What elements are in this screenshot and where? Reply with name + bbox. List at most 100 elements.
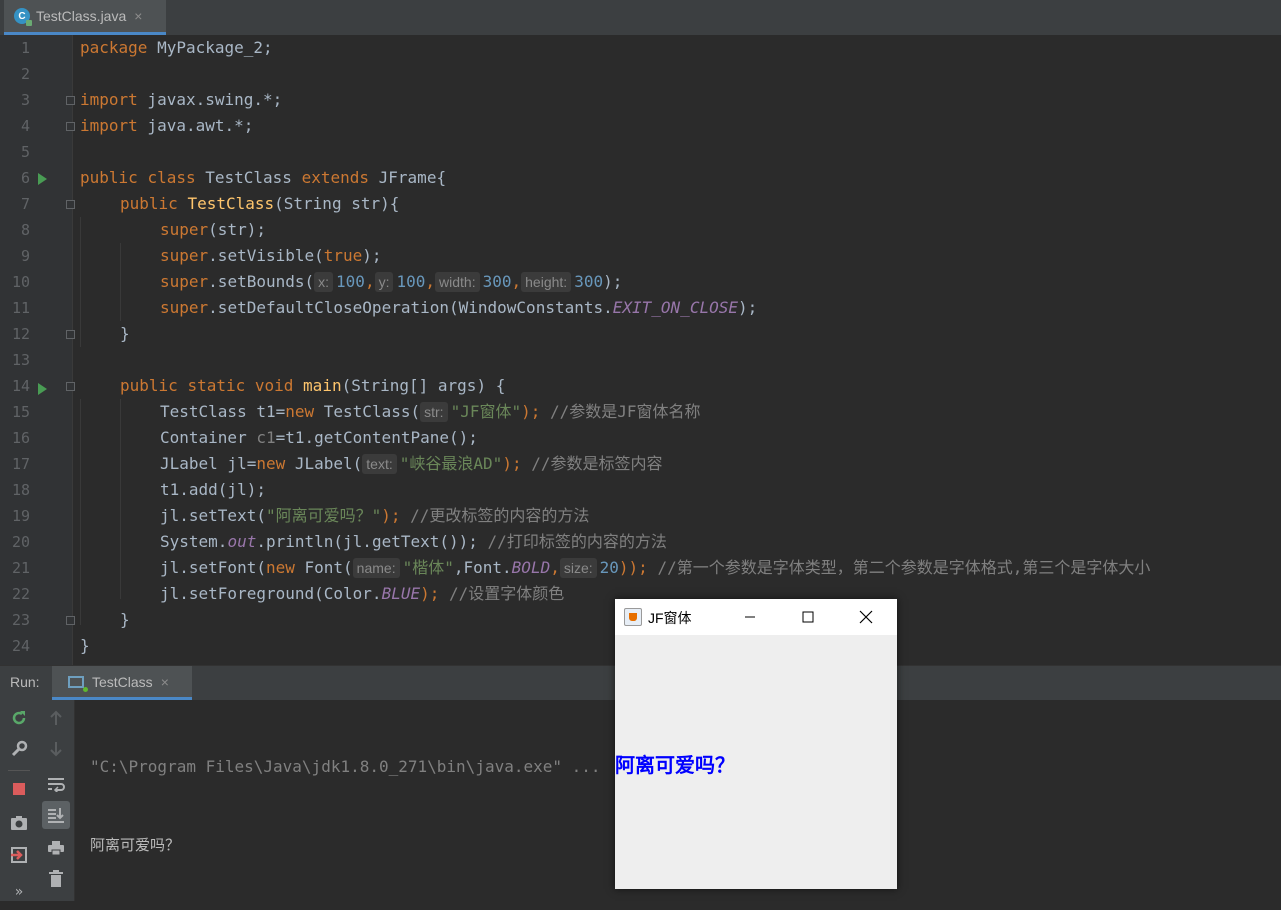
arrow-up-icon[interactable] bbox=[44, 706, 68, 730]
code-line-4: import java.awt.*; bbox=[80, 116, 254, 135]
console-output[interactable]: "C:\Program Files\Java\jdk1.8.0_271\bin\… bbox=[90, 702, 601, 910]
code-line-20: System.out.println(jl.getText()); //打印标签… bbox=[160, 532, 667, 551]
line-number: 22 bbox=[11, 585, 30, 603]
code-line-17: JLabel jl=new JLabel(text: "峡谷最浪AD"); //参… bbox=[160, 454, 663, 474]
run-label: Run: bbox=[10, 674, 40, 690]
param-hint: text: bbox=[362, 454, 397, 474]
line-number: 16 bbox=[11, 429, 30, 447]
scroll-to-end-icon[interactable] bbox=[42, 801, 70, 829]
param-hint: name: bbox=[352, 558, 400, 578]
fold-icon[interactable] bbox=[66, 330, 75, 339]
line-number: 7 bbox=[20, 195, 30, 213]
code-line-22: jl.setForeground(Color.BLUE); //设置字体颜色 bbox=[160, 584, 565, 603]
line-number: 4 bbox=[20, 117, 30, 135]
editor-tab-testclass[interactable]: C TestClass.java × bbox=[4, 0, 166, 35]
fold-icon[interactable] bbox=[66, 200, 75, 209]
code-line-7: public TestClass(String str){ bbox=[120, 194, 400, 213]
jlabel-text: 阿离可爱吗？ bbox=[615, 753, 735, 777]
line-number: 23 bbox=[11, 611, 30, 629]
jframe-title-bar[interactable]: JF窗体 bbox=[615, 599, 897, 635]
code-line-12: } bbox=[120, 324, 130, 343]
line-number: 10 bbox=[11, 273, 30, 291]
indent-guide bbox=[120, 243, 121, 321]
toolbar-divider bbox=[8, 770, 30, 771]
line-number: 5 bbox=[20, 143, 30, 161]
indent-guide bbox=[120, 399, 121, 599]
editor-tab-bar: C TestClass.java × bbox=[0, 0, 1281, 36]
maximize-button[interactable] bbox=[779, 599, 837, 635]
run-tab-label: TestClass bbox=[92, 673, 153, 690]
code-line-15: TestClass t1=new TestClass(str: "JF窗体"); … bbox=[160, 402, 701, 422]
param-hint: y: bbox=[374, 272, 394, 292]
console-command-line: "C:\Program Files\Java\jdk1.8.0_271\bin\… bbox=[90, 757, 601, 776]
code-line-14: public static void main(String[] args) { bbox=[120, 376, 506, 395]
arrow-down-icon[interactable] bbox=[44, 737, 68, 761]
fold-icon[interactable] bbox=[66, 122, 75, 131]
line-number: 13 bbox=[11, 351, 30, 369]
stop-icon[interactable] bbox=[7, 777, 31, 801]
line-number: 3 bbox=[20, 91, 30, 109]
exit-icon[interactable] bbox=[7, 843, 31, 867]
code-line-8: super(str); bbox=[160, 220, 266, 239]
code-line-1: package MyPackage_2; bbox=[80, 38, 273, 57]
run-class-icon[interactable] bbox=[38, 173, 47, 185]
run-toolbar-primary: » bbox=[0, 700, 39, 901]
fold-icon[interactable] bbox=[66, 616, 75, 625]
jframe-window: JF窗体 阿离可爱吗？ bbox=[615, 599, 897, 889]
code-line-19: jl.setText("阿离可爱吗？"); //更改标签的内容的方法 bbox=[160, 506, 590, 525]
close-icon[interactable]: × bbox=[134, 8, 142, 24]
fold-icon[interactable] bbox=[66, 382, 75, 391]
line-number: 9 bbox=[20, 247, 30, 265]
code-line-16: Container c1=t1.getContentPane(); bbox=[160, 428, 478, 447]
param-hint: height: bbox=[521, 272, 572, 292]
code-editor[interactable]: 1 2 3 4 5 6 7 8 9 10 11 12 13 14 15 16 1… bbox=[0, 35, 1281, 665]
line-number: 24 bbox=[11, 637, 30, 655]
line-number: 21 bbox=[11, 559, 30, 577]
soft-wrap-icon[interactable] bbox=[44, 772, 68, 796]
code-line-10: super.setBounds(x: 100, y: 100, width: 300, he… bbox=[160, 272, 623, 292]
code-line-21: jl.setFont(new Font(name: "楷体",Font.BOLD,… bbox=[160, 558, 1151, 578]
indent-guide bbox=[80, 399, 81, 625]
line-number: 20 bbox=[11, 533, 30, 551]
jframe-title: JF窗体 bbox=[648, 610, 692, 626]
line-number: 18 bbox=[11, 481, 30, 499]
line-number: 19 bbox=[11, 507, 30, 525]
run-main-icon[interactable] bbox=[38, 383, 47, 395]
line-number: 11 bbox=[11, 299, 30, 317]
print-icon[interactable] bbox=[44, 836, 68, 860]
code-line-9: super.setVisible(true); bbox=[160, 246, 382, 265]
line-number: 6 bbox=[20, 169, 30, 187]
param-hint: width: bbox=[435, 272, 480, 292]
code-line-3: import javax.swing.*; bbox=[80, 90, 283, 109]
line-number: 8 bbox=[20, 221, 30, 239]
console-output-line: 阿离可爱吗？ bbox=[90, 836, 181, 854]
code-line-24: } bbox=[80, 636, 90, 655]
code-line-11: super.setDefaultCloseOperation(WindowCon… bbox=[160, 298, 758, 317]
trash-icon[interactable] bbox=[44, 867, 68, 891]
line-number: 14 bbox=[11, 377, 30, 395]
close-icon[interactable]: × bbox=[161, 674, 169, 690]
more-icon[interactable]: » bbox=[7, 880, 31, 904]
editor-tab-label: TestClass.java bbox=[36, 8, 127, 24]
line-number: 1 bbox=[20, 39, 30, 57]
code-line-18: t1.add(jl); bbox=[160, 480, 266, 499]
code-line-6: public class TestClass extends JFrame{ bbox=[80, 168, 447, 187]
param-hint: x: bbox=[314, 272, 334, 292]
run-tab-testclass[interactable]: TestClass × bbox=[52, 666, 192, 700]
line-number: 15 bbox=[11, 403, 30, 421]
line-number: 2 bbox=[20, 65, 30, 83]
indent-guide bbox=[80, 217, 81, 347]
camera-icon[interactable] bbox=[7, 811, 31, 835]
param-hint: size: bbox=[559, 558, 597, 578]
close-button[interactable] bbox=[837, 599, 895, 635]
java-class-icon: C bbox=[14, 8, 32, 26]
run-toolbar-secondary bbox=[38, 700, 75, 901]
wrench-icon[interactable] bbox=[7, 737, 31, 761]
minimize-button[interactable] bbox=[721, 599, 779, 635]
java-coffee-icon bbox=[624, 608, 642, 626]
code-line-23: } bbox=[120, 610, 130, 629]
line-number: 12 bbox=[11, 325, 30, 343]
param-hint: str: bbox=[420, 402, 448, 422]
rerun-icon[interactable] bbox=[7, 706, 31, 730]
fold-icon[interactable] bbox=[66, 96, 75, 105]
